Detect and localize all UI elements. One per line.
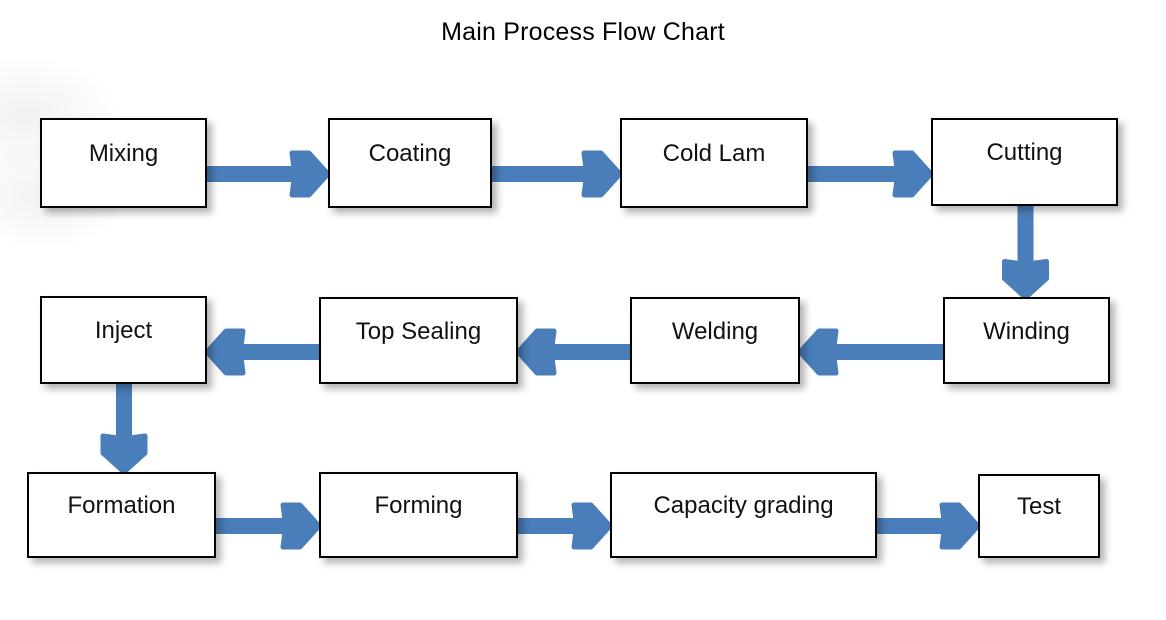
process-node-top-sealing[interactable]: Top Sealing	[319, 297, 518, 384]
arrow-coating-to-cold-lam	[489, 150, 623, 198]
process-node-label: Top Sealing	[355, 317, 482, 345]
process-node-welding[interactable]: Welding	[630, 297, 800, 384]
process-node-mixing[interactable]: Mixing	[40, 118, 207, 208]
process-node-label: Inject	[94, 317, 153, 344]
arrow-capacity-grading-to-test	[874, 502, 981, 550]
process-node-label: Test	[1016, 493, 1061, 520]
flowchart-canvas: Main Process Flow Chart Mixing Coating Col…	[0, 0, 1166, 620]
process-node-label: Capacity grading	[653, 492, 834, 519]
process-node-label: Formation	[67, 492, 176, 519]
arrow-inject-to-formation	[100, 381, 147, 475]
process-node-label: Mixing	[88, 140, 159, 167]
process-node-label: Cold Lam	[662, 140, 766, 167]
process-node-cutting[interactable]: Cutting	[931, 118, 1118, 206]
process-node-inject[interactable]: Inject	[40, 296, 207, 384]
process-node-coating[interactable]: Coating	[328, 118, 492, 208]
process-node-label: Winding	[983, 317, 1070, 345]
process-node-capacity-grading[interactable]: Capacity grading	[610, 472, 877, 558]
process-node-label: Forming	[374, 492, 463, 519]
process-node-cold-lam[interactable]: Cold Lam	[620, 118, 808, 208]
process-node-label: Coating	[368, 140, 452, 167]
page-title: Main Process Flow Chart	[441, 18, 725, 46]
process-node-forming[interactable]: Forming	[319, 472, 518, 558]
process-node-winding[interactable]: Winding	[943, 297, 1110, 384]
arrow-cold-lam-to-cutting	[805, 150, 934, 198]
arrow-mixing-to-coating	[204, 150, 331, 198]
process-node-label: Welding	[671, 317, 759, 345]
arrow-forming-to-capacity-grading	[515, 502, 613, 550]
process-node-formation[interactable]: Formation	[27, 472, 216, 558]
arrow-winding-to-welding	[797, 328, 946, 375]
arrow-cutting-to-winding	[1001, 203, 1049, 300]
arrow-top-sealing-to-inject	[204, 328, 322, 375]
process-node-label: Cutting	[986, 139, 1063, 166]
arrow-welding-to-top-sealing	[515, 328, 633, 375]
arrow-formation-to-forming	[213, 502, 322, 550]
process-node-test[interactable]: Test	[978, 474, 1100, 558]
